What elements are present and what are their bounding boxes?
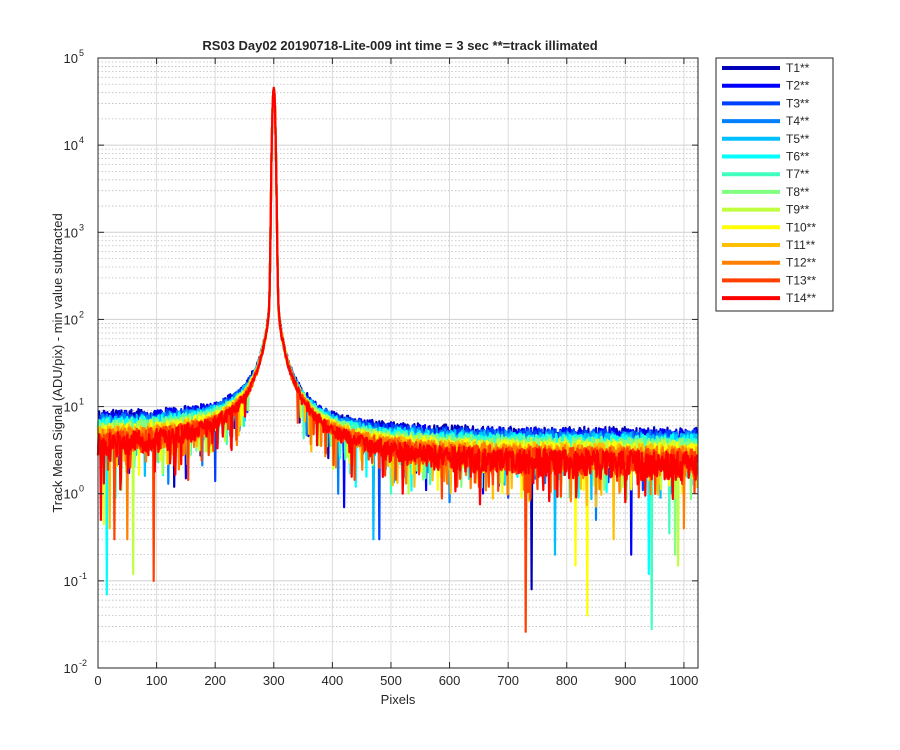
y-tick-label: 10 — [64, 574, 78, 589]
legend-label-t13: T13** — [786, 273, 816, 287]
y-tick-label: 10 — [64, 400, 78, 415]
x-tick-label: 300 — [263, 673, 285, 688]
figure: RS03 Day02 20190718-Lite-009 int time = … — [0, 0, 900, 750]
x-axis-label: Pixels — [381, 692, 416, 707]
y-tick-label: 10 — [64, 138, 78, 153]
legend-label-t10: T10** — [786, 220, 816, 234]
y-tick-exponent: 4 — [79, 135, 84, 145]
y-tick-label: 10 — [64, 225, 78, 240]
y-tick-exponent: -2 — [79, 658, 87, 668]
y-tick-label: 10 — [64, 312, 78, 327]
y-tick-exponent: 3 — [79, 222, 84, 232]
plot-area: 0 100 200 300 400 500 600 700 800 900 100010 -210 -1… — [64, 48, 699, 688]
y-tick-exponent: 2 — [79, 309, 84, 319]
x-tick-label: 200 — [204, 673, 226, 688]
x-tick-label: 0 — [94, 673, 101, 688]
y-tick-exponent: -1 — [79, 571, 87, 581]
legend: T1** T2** T3** T4** T5** T6** T7** T8** T9** T10*… — [715, 57, 834, 312]
legend-label-t4: T4** — [786, 114, 810, 128]
axes-background — [98, 58, 698, 668]
x-tick-label: 400 — [322, 673, 344, 688]
legend-label-t8: T8** — [786, 185, 810, 199]
y-tick-exponent: 5 — [79, 48, 84, 58]
legend-label-t7: T7** — [786, 167, 810, 181]
y-axis-label: Track Mean Signal (ADU/pix) - min value … — [50, 213, 65, 512]
legend-label-t5: T5** — [786, 132, 810, 146]
x-tick-label: 100 — [146, 673, 168, 688]
legend-label-t9: T9** — [786, 203, 810, 217]
y-tick-label: 10 — [64, 661, 78, 676]
legend-label-t1: T1** — [786, 61, 810, 75]
x-tick-label: 500 — [380, 673, 402, 688]
y-tick-label: 10 — [64, 487, 78, 502]
legend-label-t11: T11** — [786, 238, 815, 252]
y-tick-exponent: 0 — [79, 484, 84, 494]
legend-label-t12: T12** — [786, 256, 816, 270]
legend-label-t14: T14** — [786, 291, 816, 305]
y-tick-exponent: 1 — [79, 397, 84, 407]
x-tick-label: 1000 — [669, 673, 698, 688]
chart-title: RS03 Day02 20190718-Lite-009 int time = … — [202, 38, 597, 53]
legend-label-t6: T6** — [786, 150, 810, 164]
legend-label-t3: T3** — [786, 96, 810, 110]
legend-label-t2: T2** — [786, 79, 810, 93]
x-tick-label: 800 — [556, 673, 578, 688]
x-tick-label: 700 — [497, 673, 519, 688]
x-tick-label: 900 — [614, 673, 636, 688]
x-tick-label: 600 — [439, 673, 461, 688]
y-tick-label: 10 — [64, 51, 78, 66]
